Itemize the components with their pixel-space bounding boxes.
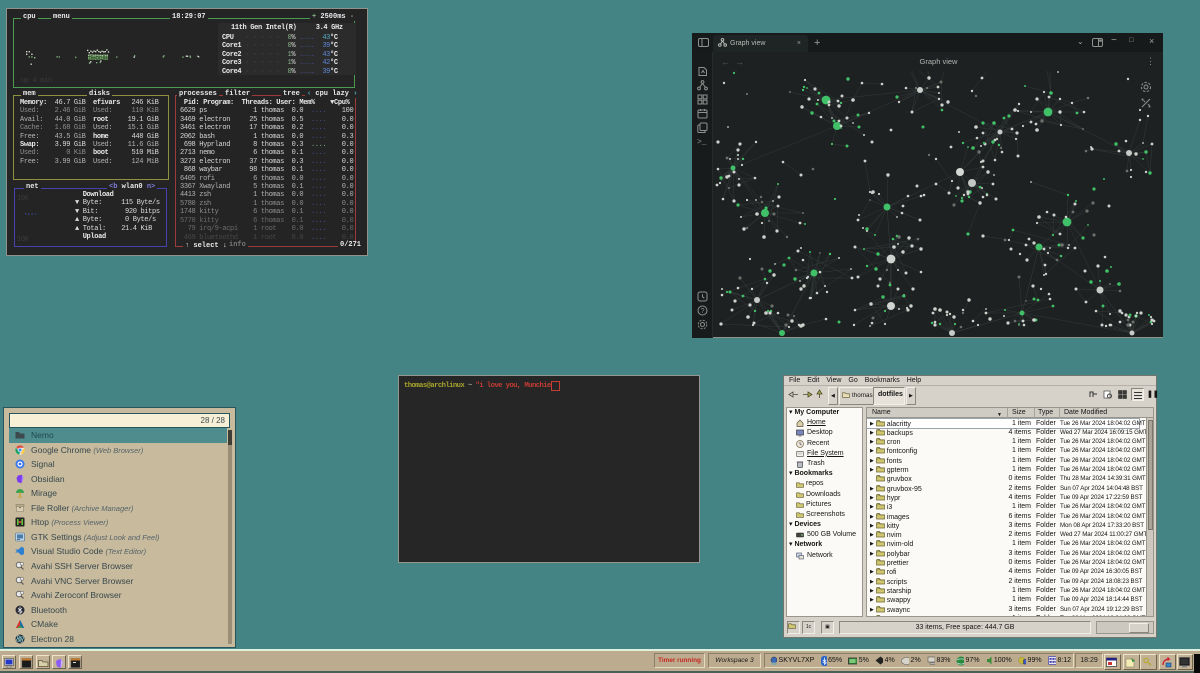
- svg-text:?: ?: [701, 308, 705, 315]
